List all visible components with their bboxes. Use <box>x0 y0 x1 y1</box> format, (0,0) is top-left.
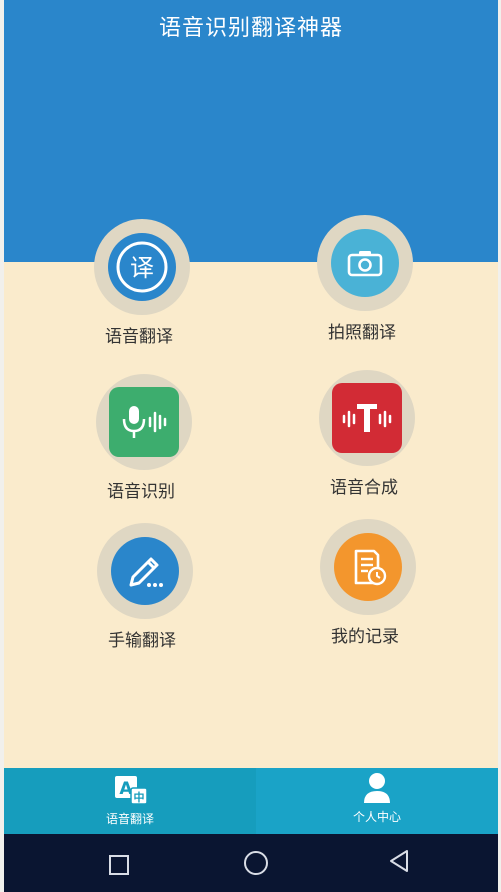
feature-icon-ring <box>317 215 413 311</box>
home-button[interactable] <box>241 848 271 878</box>
feature-handwriting-translate[interactable]: 手输翻译 <box>57 523 227 673</box>
system-nav-bar <box>4 834 498 892</box>
feature-voice-translate[interactable]: 译 语音翻译 <box>54 219 224 369</box>
translate-badge-icon: 译 <box>108 233 176 301</box>
feature-speech-recognition[interactable]: 语音识别 <box>56 374 226 524</box>
text-to-speech-icon <box>332 383 402 453</box>
feature-speech-synthesis[interactable]: 语音合成 <box>279 370 449 520</box>
feature-photo-translate[interactable]: 拍照翻译 <box>277 215 447 365</box>
tab-personal-center[interactable]: 个人中心 <box>256 768 498 834</box>
feature-label: 语音翻译 <box>105 327 173 347</box>
history-icon <box>334 533 402 601</box>
feature-icon-ring <box>319 370 415 466</box>
feature-label: 手输翻译 <box>108 631 176 651</box>
tab-label: 个人中心 <box>352 810 401 824</box>
camera-icon <box>331 229 399 297</box>
feature-icon-ring: 译 <box>94 219 190 315</box>
translate-tab-icon: A 中 <box>115 776 148 805</box>
feature-icon-ring <box>320 519 416 615</box>
feature-my-records[interactable]: 我的记录 <box>280 519 450 669</box>
microphone-icon <box>109 387 179 457</box>
feature-icon-ring <box>97 523 193 619</box>
square-icon <box>109 855 129 875</box>
svg-text:译: 译 <box>130 254 154 282</box>
back-button[interactable] <box>384 846 414 876</box>
feature-label: 语音识别 <box>107 482 175 502</box>
feature-label: 拍照翻译 <box>328 323 396 343</box>
tab-label: 语音翻译 <box>105 812 154 826</box>
svg-text:中: 中 <box>134 790 145 804</box>
back-triangle-icon <box>390 850 408 872</box>
circle-icon <box>244 851 268 875</box>
bottom-tab-bar: A 中 语音翻译 个人中心 <box>4 768 498 834</box>
app-screen: 语音识别翻译神器 译 语音翻译 拍照翻译 语音识别 语音合成 手输翻译 我的记录… <box>4 0 498 892</box>
pencil-icon <box>111 537 179 605</box>
feature-label: 我的记录 <box>331 627 399 647</box>
recent-apps-button[interactable] <box>104 850 134 880</box>
feature-icon-ring <box>96 374 192 470</box>
tab-voice-translate[interactable]: A 中 语音翻译 <box>4 768 256 834</box>
app-title: 语音识别翻译神器 <box>158 16 343 41</box>
feature-label: 语音合成 <box>330 478 398 498</box>
user-icon <box>364 773 390 803</box>
